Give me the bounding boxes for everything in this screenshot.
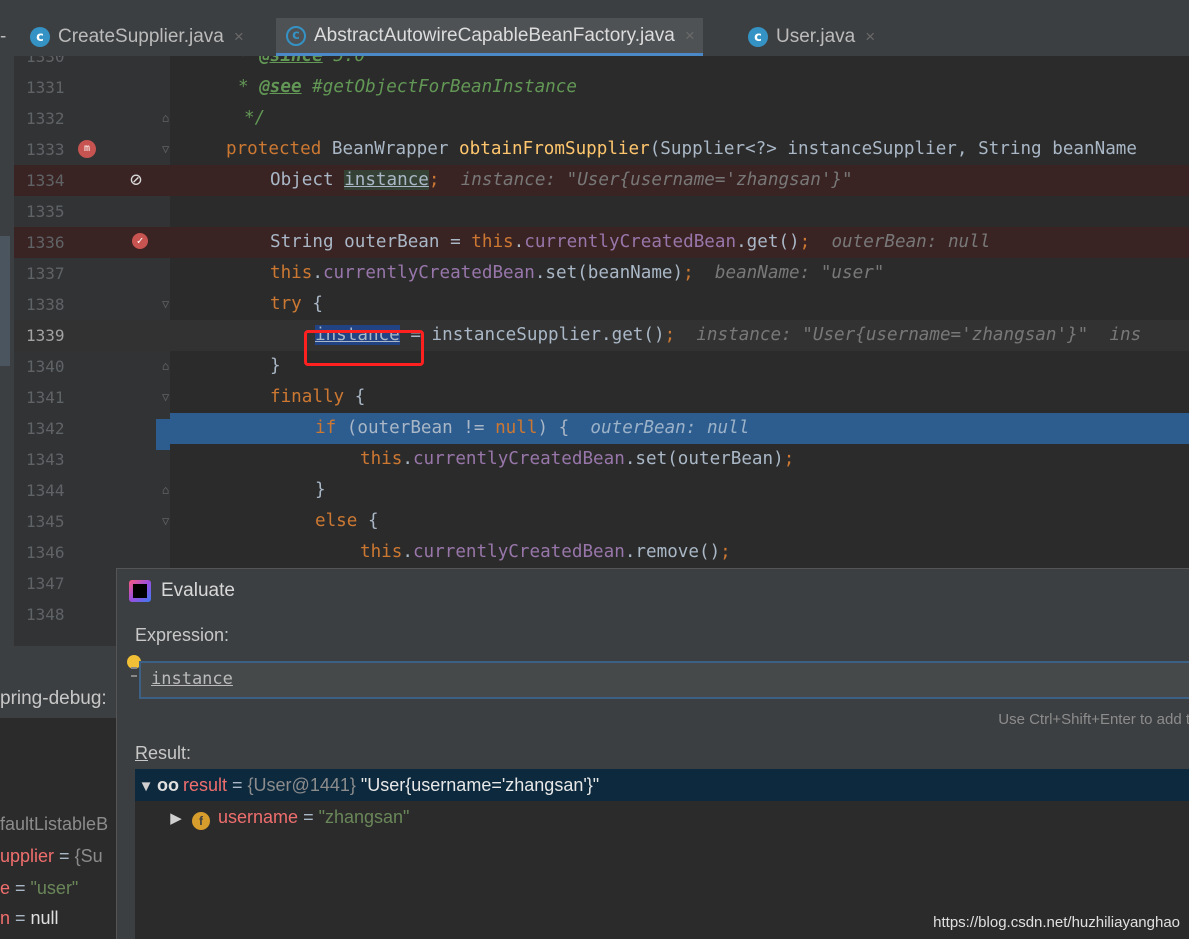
gutter-line: 1340 ⌂ [26, 357, 170, 376]
debug-session-label: pring-debug: [0, 688, 107, 709]
fold-icon: ⌂ [162, 111, 170, 125]
gutter-line: 1336 ✓ [14, 227, 170, 258]
gutter-line: 1346 [26, 543, 65, 562]
code-line-execution-point: if (outerBean != null) { outerBean: null [170, 413, 1189, 444]
fold-icon: ▽ [162, 390, 170, 404]
editor-tab-bar: - c CreateSupplier.java × c AbstractAuto… [0, 18, 1189, 57]
variable-row[interactable]: upplier = {Su [0, 846, 103, 867]
gutter-line: 1337 [26, 264, 65, 283]
code-line: } [315, 480, 326, 500]
tab-user[interactable]: c User.java × [748, 18, 875, 56]
gutter-line: 1342 ▽ [14, 413, 170, 444]
gutter-line: 1345 ▽ [26, 512, 170, 531]
close-icon[interactable]: × [865, 27, 875, 47]
shortcut-hint: Use Ctrl+Shift+Enter to add t [998, 711, 1189, 728]
line-number-gutter: 1330 1331 1332 ⌂ 1333 m ▽ 1334 ⊘ 1335 13… [14, 56, 170, 646]
debug-session-tab[interactable]: pring-debug: [0, 680, 120, 718]
gutter-line: 1332 ⌂ [26, 109, 170, 128]
title-strip [0, 0, 1189, 18]
dialog-title: Evaluate [129, 577, 235, 605]
variable-row[interactable]: e = "user" [0, 878, 78, 899]
result-label: Result: [135, 743, 192, 763]
gutter-line: 1331 [26, 78, 65, 97]
code-line: String outerBean = this.currentlyCreated… [170, 227, 1189, 258]
abstract-class-icon: c [286, 25, 306, 46]
execution-point-gutter [156, 419, 170, 450]
code-line: try { [270, 294, 323, 314]
variables-panel: faultListableB upplier = {Su e = "user" … [0, 718, 116, 938]
expression-label: Expression: [135, 625, 230, 645]
field-icon: f [192, 812, 211, 830]
class-icon: c [30, 27, 50, 47]
tab-create-supplier[interactable]: c CreateSupplier.java × [30, 18, 244, 56]
class-icon: c [748, 27, 768, 47]
tab-label: AbstractAutowireCapableBeanFactory.java [314, 24, 675, 46]
result-child-row[interactable]: ▶ f username = "zhangsan" [165, 801, 1189, 833]
variable-row[interactable]: faultListableB [0, 814, 108, 835]
code-line: this.currentlyCreatedBean.set(outerBean)… [360, 449, 795, 469]
muted-breakpoint-icon[interactable]: ⊘ [130, 167, 142, 191]
close-icon[interactable]: × [685, 26, 695, 46]
code-line: * @since 5.0 [238, 56, 366, 66]
intellij-logo-icon [129, 580, 151, 602]
code-line: finally { [270, 387, 366, 407]
evaluate-dialog: Evaluate Expression: instance Use Ctrl+S… [116, 568, 1189, 939]
expression-input[interactable]: instance [139, 661, 1189, 699]
fold-icon: ⌂ [162, 359, 170, 373]
gutter-line: 1343 [26, 450, 65, 469]
code-line: else { [315, 511, 379, 531]
expand-right-icon[interactable]: ▶ [165, 803, 187, 835]
gutter-line: 1333 m ▽ [26, 140, 170, 159]
code-line: Object instance; instance: "User{usernam… [170, 165, 1189, 196]
gutter-line: 1335 [26, 202, 65, 221]
code-line: protected BeanWrapper obtainFromSupplier… [226, 139, 1137, 159]
lightbulb-stem [131, 667, 137, 677]
variable-row[interactable]: n = null [0, 908, 59, 929]
code-line: this.currentlyCreatedBean.set(beanName);… [270, 263, 885, 283]
gutter-line: 1334 ⊘ [14, 165, 170, 196]
tab-overflow[interactable]: - [0, 18, 20, 56]
code-line: this.currentlyCreatedBean.remove(); [360, 542, 731, 562]
expand-down-icon[interactable]: ▼ [135, 771, 157, 803]
method-breakpoint-icon[interactable]: m [78, 140, 96, 158]
highlight-annotation-box [304, 330, 424, 366]
fold-icon: ⌂ [162, 483, 170, 497]
code-line: * @see #getObjectForBeanInstance [238, 77, 577, 97]
gutter-line: 1330 [26, 56, 65, 66]
tab-label: User.java [776, 26, 856, 47]
tab-label: CreateSupplier.java [58, 26, 224, 47]
gutter-line: 1339 [14, 320, 170, 351]
gutter-line: 1341 ▽ [26, 388, 170, 407]
gutter-line: 1338 ▽ [26, 295, 170, 314]
result-row[interactable]: ▼ oo result = {User@1441} "User{username='… [135, 769, 1189, 801]
gutter-line: 1344 ⌂ [26, 481, 170, 500]
breakpoint-icon[interactable]: ✓ [132, 233, 148, 249]
fold-icon: ▽ [162, 142, 170, 156]
fold-icon: ▽ [162, 514, 170, 528]
tab-abstract-autowire[interactable]: c AbstractAutowireCapableBeanFactory.jav… [276, 18, 703, 56]
watermark: https://blog.csdn.net/huzhiliayanghao [933, 914, 1180, 931]
watch-glasses-icon: oo [157, 775, 179, 795]
close-icon[interactable]: × [234, 27, 244, 47]
fold-icon: ▽ [162, 297, 170, 311]
code-line: */ [244, 108, 266, 128]
